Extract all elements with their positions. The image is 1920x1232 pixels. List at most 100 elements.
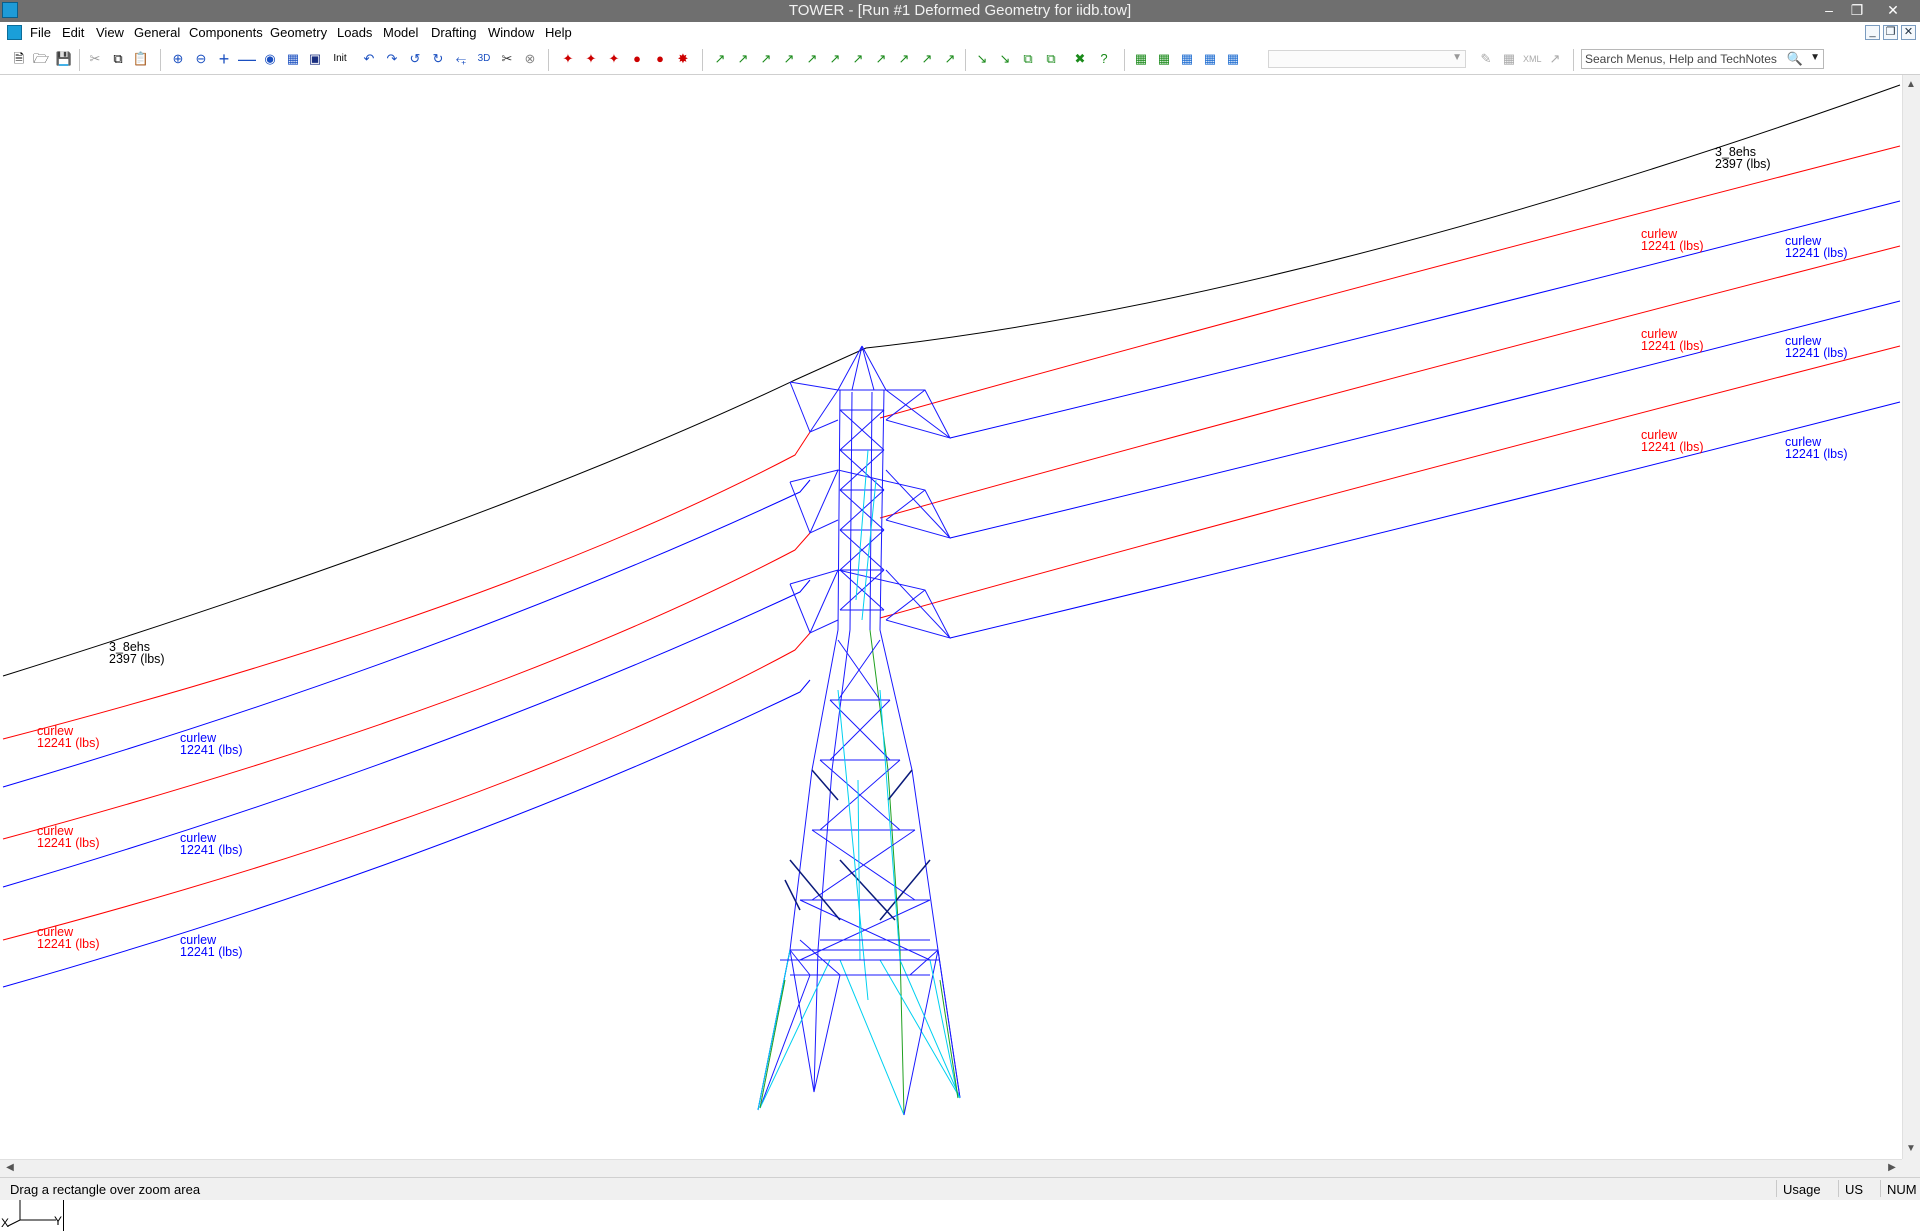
toolbar-separator	[548, 49, 549, 71]
view-combo[interactable]: ▼	[1268, 50, 1466, 68]
tower-tool-icon[interactable]: ●	[651, 50, 669, 68]
label-tool-icon[interactable]: ✖	[1071, 50, 1089, 68]
menu-file[interactable]: File	[30, 25, 51, 40]
label-tool-icon[interactable]: ↗	[895, 50, 913, 68]
report-icon[interactable]: ▦	[1224, 50, 1242, 68]
scroll-left-icon[interactable]: ◀	[2, 1160, 18, 1176]
menu-model[interactable]: Model	[383, 25, 418, 40]
menu-edit[interactable]: Edit	[62, 25, 84, 40]
label-tool-icon[interactable]: ↗	[872, 50, 890, 68]
deformed-geometry-drawing[interactable]: 3_8ehs2397 (lbs)3_8ehs2397 (lbs)curlew12…	[0, 75, 1902, 1159]
mdi-close-button[interactable]: ✕	[1901, 25, 1916, 40]
mdi-restore-button[interactable]: ❐	[1883, 25, 1898, 40]
menu-help[interactable]: Help	[545, 25, 572, 40]
chevron-down-icon[interactable]: ▼	[1810, 52, 1820, 63]
phase-wire-blue	[2, 579, 811, 888]
help-query-icon[interactable]: ?	[1095, 50, 1113, 68]
tower-tool-icon[interactable]: ●	[628, 50, 646, 68]
label-tool-icon[interactable]: ↗	[734, 50, 752, 68]
minimize-button[interactable]: –	[1816, 0, 1842, 22]
label-tool-icon[interactable]: ⧉	[1019, 50, 1037, 68]
phase-wire-red	[2, 532, 811, 840]
label-tool-icon[interactable]: ↗	[780, 50, 798, 68]
phase-wire-red	[879, 245, 1901, 519]
label-tool-icon[interactable]: ↗	[941, 50, 959, 68]
phase-wire-blue	[949, 300, 1901, 539]
open-folder-icon[interactable]: 🗁	[32, 50, 50, 68]
pan-minus-icon[interactable]: —	[238, 50, 256, 68]
search-input[interactable]	[1585, 52, 1781, 66]
init-button[interactable]: Init	[331, 50, 349, 68]
reset-view-icon[interactable]: ⊗	[521, 50, 539, 68]
report-icon[interactable]: ▦	[1201, 50, 1219, 68]
zoom-out-icon[interactable]: ⊖	[192, 50, 210, 68]
rotate-down-icon[interactable]: ↻	[429, 50, 447, 68]
phase-wire-red	[879, 145, 1901, 419]
report-icon[interactable]: ▦	[1155, 50, 1173, 68]
view-fit-icon[interactable]: ⥆	[452, 50, 470, 68]
report-icon[interactable]: ▦	[1178, 50, 1196, 68]
label-tool-icon[interactable]: ↘	[973, 50, 991, 68]
scroll-right-icon[interactable]: ▶	[1884, 1160, 1900, 1176]
restore-button[interactable]: ❐	[1844, 0, 1870, 22]
save-icon[interactable]: 💾	[55, 50, 73, 68]
model-viewport[interactable]: 3_8ehs 2397 (lbs) 3_8ehs 2397 (lbs) curlew 12…	[0, 75, 1902, 1231]
tower-tool-icon[interactable]: ✦	[559, 50, 577, 68]
wire-label-load: 2397 (lbs)	[1715, 157, 1771, 171]
vertical-scrollbar[interactable]: ▲ ▼	[1902, 75, 1920, 1159]
label-tool-icon[interactable]: ↘	[996, 50, 1014, 68]
tower-tool-icon[interactable]: ✦	[582, 50, 600, 68]
wire-label-load: 12241 (lbs)	[37, 937, 100, 951]
menu-window[interactable]: Window	[488, 25, 534, 40]
tower-tool-icon[interactable]: ✦	[605, 50, 623, 68]
zoom-fit-icon[interactable]: ▣	[306, 50, 324, 68]
label-tool-icon[interactable]: ↗	[711, 50, 729, 68]
wire-label-load: 12241 (lbs)	[1785, 246, 1848, 260]
menu-geometry[interactable]: Geometry	[270, 25, 327, 40]
label-tool-icon[interactable]: ↗	[849, 50, 867, 68]
wire-label-load: 12241 (lbs)	[180, 843, 243, 857]
label-tool-icon[interactable]: ⧉	[1042, 50, 1060, 68]
rotate-right-icon[interactable]: ↷	[383, 50, 401, 68]
chevron-down-icon: ▼	[1452, 52, 1462, 63]
new-file-icon[interactable]: 🗎	[10, 50, 28, 68]
scroll-down-icon[interactable]: ▼	[1903, 1141, 1919, 1157]
view-3d-icon[interactable]: 3D	[475, 50, 493, 68]
wire-label-load: 12241 (lbs)	[37, 836, 100, 850]
clip-icon[interactable]: ✂	[498, 50, 516, 68]
label-tool-icon[interactable]: ↗	[826, 50, 844, 68]
rotate-left-icon[interactable]: ↶	[360, 50, 378, 68]
close-button[interactable]: ✕	[1880, 0, 1906, 22]
pan-plus-icon[interactable]: +	[215, 50, 233, 68]
wire-label-load: 12241 (lbs)	[1785, 447, 1848, 461]
disabled-tool-icon: ✎	[1480, 51, 1492, 66]
mdi-minimize-button[interactable]: _	[1865, 25, 1880, 40]
menu-drafting[interactable]: Drafting	[431, 25, 477, 40]
rotate-up-icon[interactable]: ↺	[406, 50, 424, 68]
search-box[interactable]: 🔍 ▼	[1581, 49, 1824, 69]
scroll-up-icon[interactable]: ▲	[1903, 77, 1919, 93]
document-icon[interactable]	[7, 25, 22, 40]
paste-icon[interactable]: 📋	[132, 50, 150, 68]
menu-general[interactable]: General	[134, 25, 180, 40]
wire-label-load: 12241 (lbs)	[1641, 440, 1704, 454]
menu-view[interactable]: View	[96, 25, 124, 40]
zoom-in-icon[interactable]: ⊕	[169, 50, 187, 68]
cut-icon[interactable]: ✂	[86, 50, 104, 68]
horizontal-scrollbar[interactable]: ◀ ▶	[0, 1159, 1902, 1177]
search-icon[interactable]: 🔍	[1787, 51, 1803, 67]
label-tool-icon[interactable]: ↗	[803, 50, 821, 68]
tower-tool-icon[interactable]: ✸	[674, 50, 692, 68]
wire-labels: 3_8ehs2397 (lbs)3_8ehs2397 (lbs)curlew12…	[37, 145, 1848, 959]
toolbar-separator	[1573, 49, 1574, 71]
phase-wire-red	[2, 632, 811, 941]
phase-wire-blue	[2, 479, 811, 788]
zoom-extents-icon[interactable]: ▦	[284, 50, 302, 68]
zoom-window-icon[interactable]: ◉	[261, 50, 279, 68]
menu-components[interactable]: Components	[189, 25, 263, 40]
report-icon[interactable]: ▦	[1132, 50, 1150, 68]
copy-icon[interactable]: ⧉	[109, 50, 127, 68]
menu-loads[interactable]: Loads	[337, 25, 372, 40]
label-tool-icon[interactable]: ↗	[757, 50, 775, 68]
label-tool-icon[interactable]: ↗	[918, 50, 936, 68]
